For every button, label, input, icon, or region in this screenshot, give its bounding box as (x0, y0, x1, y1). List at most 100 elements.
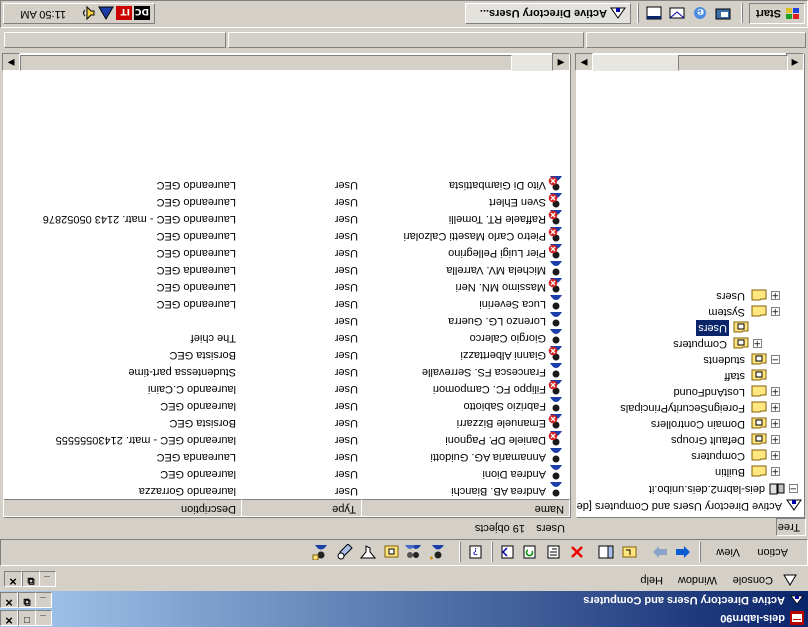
table-row[interactable]: Vito Di Giambattista User Laureando GEC (14, 176, 570, 193)
expand-icon[interactable]: + (771, 291, 780, 301)
child-restore-button[interactable]: ⧉ (18, 592, 36, 608)
scroll-thumb[interactable] (20, 55, 512, 71)
table-row[interactable]: Francesca FS. Serrevalle User Studentessa … (14, 363, 570, 380)
tree-pane[interactable]: Active Directory Users and Computers [de… (576, 53, 805, 518)
expander-icon[interactable]: − (789, 484, 798, 494)
table-row[interactable]: Massimo MN. Neri User Laureando GEC (14, 278, 570, 295)
child-minimize-button[interactable]: _ (34, 592, 52, 608)
table-row[interactable]: Pier Luigi Pellegrino User Laureando GEC (14, 244, 570, 261)
tree-item[interactable]: + System (706, 304, 780, 320)
tree-item[interactable]: + Default Groups (669, 432, 780, 448)
tree-item[interactable]: + Computers (689, 448, 780, 464)
language-tray-icon[interactable]: IT (116, 6, 132, 22)
menu-help[interactable]: Help (635, 572, 668, 588)
forward-icon[interactable] (650, 542, 670, 562)
new-ou-icon[interactable] (381, 542, 401, 562)
taskbar-task-ad-users[interactable]: Active Directory Users... (465, 3, 631, 24)
tree-item[interactable]: + ForeignSecurityPrincipals (618, 400, 780, 416)
mmc-title-bar[interactable]: Active Directory Users and Computers _ ⧉… (0, 591, 808, 609)
table-row[interactable]: Sven Ehlert User Laureando GEC (14, 193, 570, 210)
column-name-header[interactable]: Name (355, 499, 570, 517)
table-row[interactable]: Raffaele RT. Tomelli User Laureando GEC - … (14, 210, 570, 227)
table-row[interactable]: Luca Severini User Laureando GEC (14, 295, 570, 312)
scroll-left-icon[interactable]: ◀ (786, 53, 804, 71)
expand-icon[interactable]: + (771, 419, 780, 429)
table-row[interactable]: Daniele DP. Pagnoni User laureando GEC - m… (14, 431, 570, 448)
add-to-group-icon[interactable] (311, 542, 331, 562)
delete-icon[interactable] (567, 542, 587, 562)
scroll-left-icon[interactable]: ◀ (552, 53, 570, 71)
collapse-icon[interactable]: − (771, 355, 780, 365)
table-row[interactable]: Filippo FC. Campomori User laureando C.Cai… (14, 380, 570, 397)
filter-icon[interactable] (358, 542, 378, 562)
menu-window[interactable]: Window (673, 572, 722, 588)
expand-icon[interactable]: + (771, 307, 780, 317)
properties-icon[interactable] (543, 542, 563, 562)
menu-action[interactable]: Action (752, 544, 793, 560)
back-icon[interactable] (673, 542, 693, 562)
table-row[interactable]: Giorgio Calerco User The chief (14, 329, 570, 346)
dc-tray-icon[interactable]: DC (134, 6, 150, 22)
expand-icon[interactable]: + (771, 435, 780, 445)
table-row[interactable]: Andrea Dioni User laureando GEC (14, 465, 570, 482)
tree-root[interactable]: Active Directory Users and Computers [de… (576, 498, 802, 514)
table-row[interactable]: Fabrizio Sabiotto User laureando GEC (14, 397, 570, 414)
minimize-button[interactable]: _ (34, 610, 52, 626)
menu-console[interactable]: Console (728, 572, 778, 588)
help-icon[interactable]: ? (465, 542, 485, 562)
refresh-icon[interactable] (519, 542, 539, 562)
new-user-icon[interactable] (427, 542, 447, 562)
new-group-icon[interactable] (403, 542, 423, 562)
expand-icon[interactable]: + (771, 467, 780, 477)
tree-item[interactable]: + Domain Controllers (649, 416, 780, 432)
menu-view[interactable]: View (711, 544, 745, 560)
tree-item[interactable]: + LostAndFound (671, 384, 780, 400)
quick-launch-window-icon[interactable] (644, 3, 664, 23)
scroll-right-icon[interactable]: ▶ (575, 53, 593, 71)
tree-item[interactable]: + Users (714, 288, 780, 304)
export-list-icon[interactable] (497, 542, 517, 562)
show-tree-icon[interactable] (596, 542, 616, 562)
tree-item[interactable]: + Builtin (713, 464, 780, 480)
show-desktop-icon[interactable] (713, 3, 733, 23)
app-title-bar[interactable]: deis-labrn90 _ □ ✕ (0, 609, 808, 627)
tree-domain[interactable]: − deis-labrn2.deis.unibo.it (649, 481, 798, 497)
results-pane[interactable]: Name Type Description Andrea AB. Bianchi… (3, 53, 571, 518)
table-row[interactable]: Michela MV. Varrella User Laureanda GEC (14, 261, 570, 278)
network-tray-icon[interactable] (98, 6, 114, 22)
close-button[interactable]: ✕ (0, 610, 18, 626)
outlook-express-icon[interactable] (667, 3, 687, 23)
expand-icon[interactable]: + (771, 403, 780, 413)
tree-item[interactable]: staff (722, 368, 780, 384)
table-row[interactable]: Gianni Alberttazzi User Borsista GEC (14, 346, 570, 363)
table-row[interactable]: Annamaria AG. Guidotti User Laureanda GEC (14, 448, 570, 465)
volume-tray-icon[interactable] (80, 6, 96, 22)
tab-tree[interactable]: Tree (776, 518, 806, 536)
expand-icon[interactable]: + (771, 387, 780, 397)
scroll-right-icon[interactable]: ▶ (2, 53, 20, 71)
column-description-header[interactable]: Description (3, 499, 242, 517)
scroll-thumb[interactable] (678, 55, 788, 71)
tree-horizontal-scrollbar[interactable]: ◀ ▶ (575, 53, 804, 71)
internet-explorer-icon[interactable]: e (690, 3, 710, 23)
expand-icon[interactable]: + (753, 339, 762, 349)
maximize-button[interactable]: □ (18, 610, 36, 626)
tree-item[interactable]: Users (695, 319, 762, 337)
tree-item[interactable]: + Computers (671, 336, 762, 352)
mdi-restore-button[interactable]: ⧉ (22, 571, 40, 587)
table-row[interactable]: Pietro Carlo Masetti Calzolari User Laurea… (14, 227, 570, 244)
expand-icon[interactable]: + (771, 451, 780, 461)
clock[interactable]: 11:50 AM (20, 8, 66, 20)
results-horizontal-scrollbar[interactable]: ◀ ▶ (2, 53, 570, 71)
table-row[interactable]: Emanuele Bizzarri User Borsista GEC (14, 414, 570, 431)
child-close-button[interactable]: ✕ (0, 592, 18, 608)
up-level-icon[interactable] (619, 542, 639, 562)
table-row[interactable]: Andrea AB. Bianchi User laureando Gorrazza (14, 482, 570, 499)
find-icon[interactable] (335, 542, 355, 562)
mdi-minimize-button[interactable]: _ (38, 571, 56, 587)
start-button[interactable]: Start (749, 3, 805, 24)
mdi-close-button[interactable]: ✕ (4, 571, 22, 587)
tree-item[interactable]: − students (701, 352, 780, 368)
column-type-header[interactable]: Type (235, 499, 362, 517)
table-row[interactable]: Lorenzo LG. Guerra User (14, 312, 570, 329)
